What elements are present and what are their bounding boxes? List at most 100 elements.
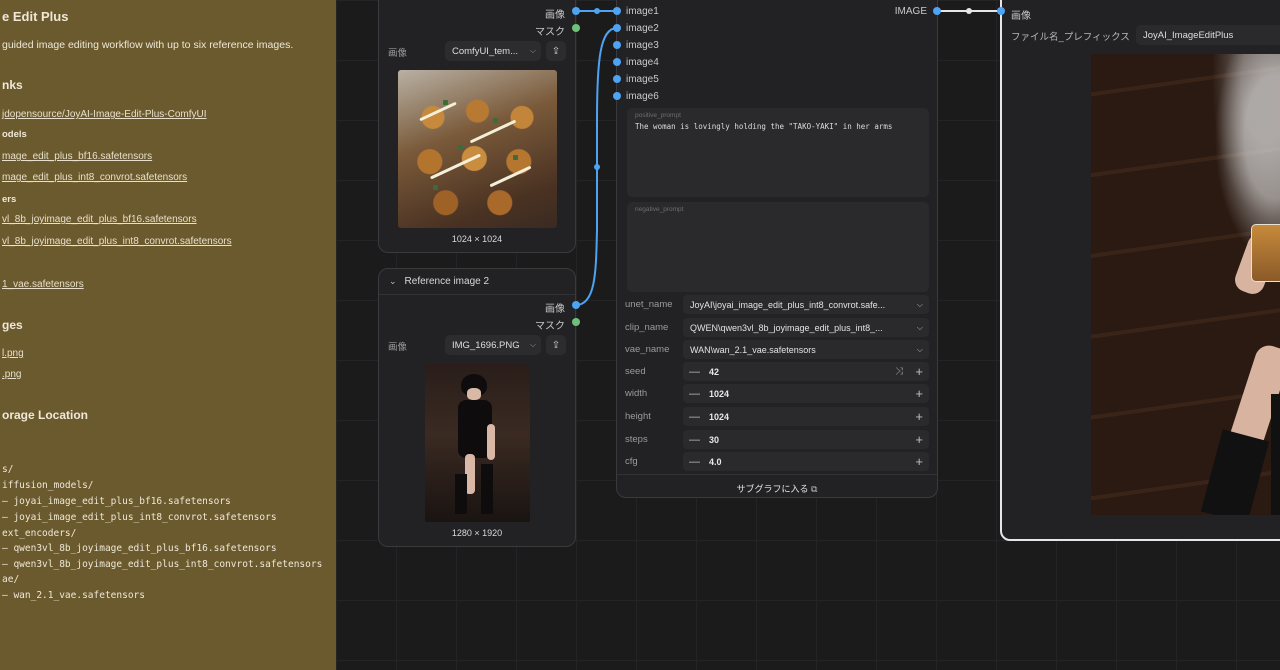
output-image-port[interactable]: [933, 7, 941, 15]
input-port-image3[interactable]: [613, 41, 621, 49]
encoders-heading: ers: [2, 194, 17, 205]
height-label: height: [625, 411, 651, 422]
takoyaki-box: [1251, 224, 1280, 282]
vae-name-value: WAN\wan_2.1_vae.safetensors: [690, 344, 816, 355]
enter-subgraph-button[interactable]: サブグラフに入る ⧉: [617, 482, 937, 495]
width-label: width: [625, 388, 648, 399]
width-number-input[interactable]: — 1024 +: [683, 384, 929, 403]
output-mask-label: マスク: [535, 321, 565, 332]
tree-line: — qwen3vl_8b_joyimage_edit_plus_int8_con…: [2, 559, 323, 570]
decrement-icon[interactable]: —: [689, 434, 700, 446]
note-title: e Edit Plus: [2, 9, 69, 24]
positive-prompt-textarea[interactable]: positive_prompt The woman is lovingly ho…: [627, 108, 929, 197]
input-image1: image1: [626, 6, 659, 17]
image-link-1[interactable]: l.png: [2, 348, 24, 359]
upload-folder-icon[interactable]: ⇪: [546, 41, 566, 61]
randomize-icon[interactable]: ⤨: [895, 366, 903, 377]
seed-value: 42: [709, 366, 720, 377]
upload-folder-icon[interactable]: ⇪: [546, 335, 566, 355]
decrement-icon[interactable]: —: [689, 388, 700, 400]
storage-heading: orage Location: [2, 408, 89, 422]
height-value: 1024: [709, 411, 730, 422]
cfg-value: 4.0: [709, 456, 722, 467]
steps-label: steps: [625, 434, 648, 445]
tree-line: s/: [2, 464, 14, 475]
unet-name-label: unet_name: [625, 299, 673, 310]
encoder-link-bf16[interactable]: vl_8b_joyimage_edit_plus_bf16.safetensor…: [2, 214, 197, 225]
output-image-port[interactable]: [572, 301, 580, 309]
tree-line: — qwen3vl_8b_joyimage_edit_plus_bf16.saf…: [2, 543, 277, 554]
chevron-down-icon: ⌵: [916, 322, 923, 332]
filename-prefix-input[interactable]: JoyAI_ImageEditPlus: [1136, 25, 1280, 45]
chevron-down-icon: ⌵: [916, 299, 923, 309]
chevron-down-icon: ⌵: [529, 46, 536, 55]
input-port-image5[interactable]: [613, 75, 621, 83]
input-port-image4[interactable]: [613, 58, 621, 66]
model-link-int8[interactable]: mage_edit_plus_int8_convrot.safetensors: [2, 172, 187, 183]
save-image-node[interactable]: 画像 ファイル名_プレフィックス JoyAI_ImageEditPlus: [1000, 0, 1280, 541]
image-file-select[interactable]: ComfyUI_tem... ⌵: [445, 41, 541, 61]
input-image6: image6: [626, 91, 659, 102]
input-port-image2[interactable]: [613, 24, 621, 32]
increment-icon[interactable]: +: [915, 452, 923, 471]
positive-prompt-text: The woman is lovingly holding the "TAKO-…: [635, 122, 893, 131]
chevron-down-icon: ⌵: [529, 340, 536, 349]
filename-prefix-value: JoyAI_ImageEditPlus: [1143, 29, 1234, 41]
height-number-input[interactable]: — 1024 +: [683, 407, 929, 426]
negative-prompt-textarea[interactable]: negative_prompt: [627, 202, 929, 292]
clip-name-select[interactable]: QWEN\qwen3vl_8b_joyimage_edit_plus_int8_…: [683, 318, 929, 337]
load-image-node-1[interactable]: 画像 マスク 画像 ComfyUI_tem... ⌵ ⇪ 1024 × 1024: [378, 0, 576, 253]
increment-icon[interactable]: +: [915, 384, 923, 403]
positive-prompt-placeholder: positive_prompt: [635, 112, 681, 119]
width-value: 1024: [709, 388, 730, 399]
image-file-select[interactable]: IMG_1696.PNG ⌵: [445, 335, 541, 355]
woman-image-preview: [425, 364, 530, 522]
input-port-image6[interactable]: [613, 92, 621, 100]
input-image5: image5: [626, 74, 659, 85]
clip-name-label: clip_name: [625, 322, 669, 333]
load-image-node-2[interactable]: ⌄ Reference image 2 画像 マスク 画像 IMG_1696.P…: [378, 268, 576, 547]
decrement-icon[interactable]: —: [689, 456, 700, 468]
clip-name-value: QWEN\qwen3vl_8b_joyimage_edit_plus_int8_…: [690, 322, 883, 333]
repo-link[interactable]: jdopensource/JoyAI-Image-Edit-Plus-Comfy…: [2, 109, 207, 120]
images-heading: ges: [2, 318, 23, 332]
image-link-2[interactable]: .png: [2, 369, 21, 380]
cfg-number-input[interactable]: — 4.0 +: [683, 452, 929, 471]
model-link-bf16[interactable]: mage_edit_plus_bf16.safetensors: [2, 151, 152, 162]
vae-link[interactable]: 1_vae.safetensors: [2, 279, 84, 290]
chevron-down-icon: ⌵: [916, 344, 923, 354]
steps-value: 30: [709, 434, 720, 445]
steps-number-input[interactable]: — 30 +: [683, 430, 929, 449]
input-image-port[interactable]: [997, 7, 1005, 15]
divider: [617, 474, 937, 475]
increment-icon[interactable]: +: [915, 362, 923, 381]
takoyaki-image-preview: [398, 70, 557, 228]
output-image-label: 画像: [545, 304, 565, 315]
image-widget-label: 画像: [388, 342, 408, 353]
markdown-note[interactable]: e Edit Plus guided image editing workflo…: [0, 0, 336, 670]
seed-number-input[interactable]: — 42 ⤨ +: [683, 362, 929, 381]
seed-label: seed: [625, 366, 646, 377]
tree-line: ae/: [2, 574, 20, 585]
increment-icon[interactable]: +: [915, 407, 923, 426]
decrement-icon[interactable]: —: [689, 366, 700, 378]
input-image4: image4: [626, 57, 659, 68]
increment-icon[interactable]: +: [915, 430, 923, 449]
joyai-subgraph-node[interactable]: image1 image2 image3 image4 image5 image…: [616, 0, 938, 498]
subgraph-icon: ⧉: [811, 484, 818, 494]
decrement-icon[interactable]: —: [689, 411, 700, 423]
tree-line: — joyai_image_edit_plus_bf16.safetensors: [2, 496, 231, 507]
node-title: Reference image 2: [404, 276, 490, 287]
output-mask-port[interactable]: [572, 24, 580, 32]
collapse-chevron-icon[interactable]: ⌄: [389, 276, 397, 287]
input-image3: image3: [626, 40, 659, 51]
output-image-port[interactable]: [572, 7, 580, 15]
encoder-link-int8[interactable]: vl_8b_joyimage_edit_plus_int8_convrot.sa…: [2, 236, 232, 247]
unet-name-select[interactable]: JoyAI\joyai_image_edit_plus_int8_convrot…: [683, 295, 929, 314]
input-port-image1[interactable]: [613, 7, 621, 15]
node-header[interactable]: ⌄ Reference image 2: [379, 269, 575, 295]
tree-line: — wan_2.1_vae.safetensors: [2, 590, 145, 601]
tree-line: ext_encoders/: [2, 528, 77, 539]
vae-name-select[interactable]: WAN\wan_2.1_vae.safetensors ⌵: [683, 340, 929, 359]
output-mask-port[interactable]: [572, 318, 580, 326]
